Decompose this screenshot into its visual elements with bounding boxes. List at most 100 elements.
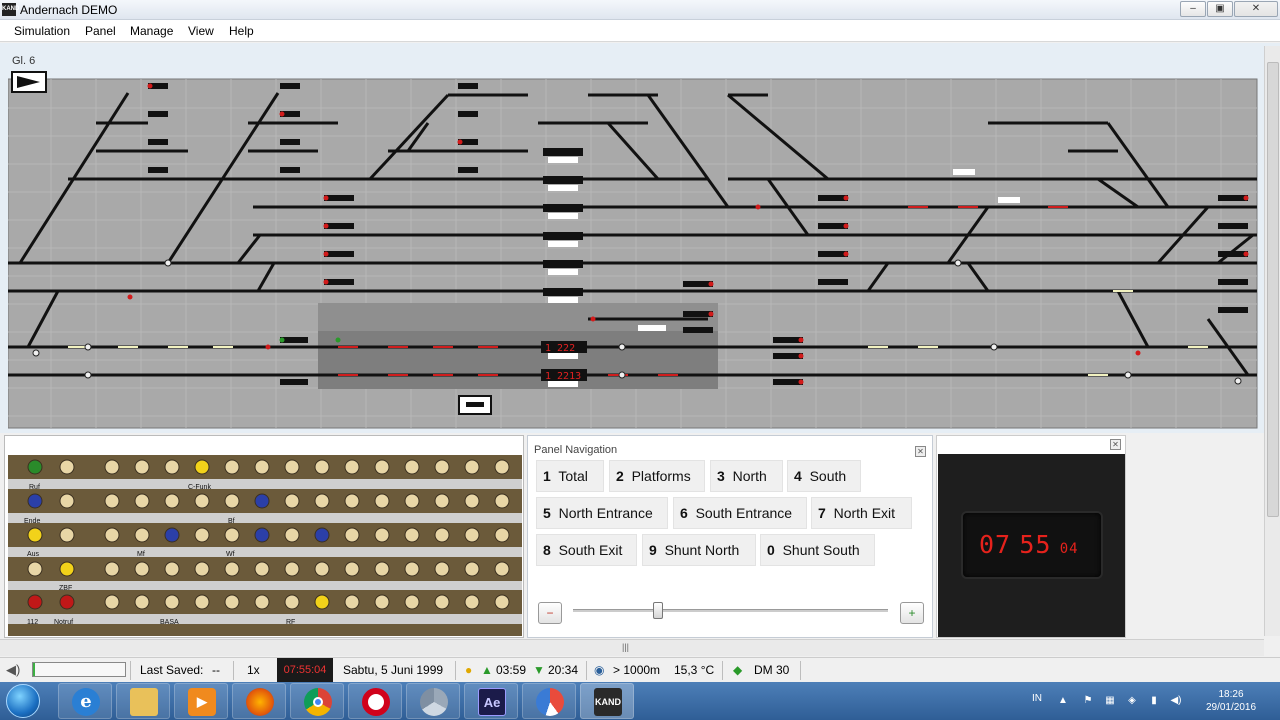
nav-button-shunt-south[interactable]: 0 Shunt South	[760, 534, 875, 566]
nav-button-south[interactable]: 4 South	[787, 460, 861, 492]
panel-lamp-button[interactable]	[104, 459, 120, 475]
panel-lamp-button[interactable]	[314, 527, 330, 543]
panel-lamp-button[interactable]	[284, 459, 300, 475]
tray-arrow-icon[interactable]: ▲	[1057, 695, 1069, 707]
panel-lamp-button[interactable]	[134, 594, 150, 610]
panel-lamp-button[interactable]	[104, 561, 120, 577]
panel-lamp-button[interactable]	[254, 459, 270, 475]
panel-lamp-button[interactable]	[134, 561, 150, 577]
panel-lamp-button[interactable]	[224, 459, 240, 475]
panel-lamp-button[interactable]	[374, 527, 390, 543]
panel-lamp-button[interactable]	[27, 493, 43, 509]
panel-lamp-button[interactable]	[134, 459, 150, 475]
panel-lamp-button[interactable]	[404, 493, 420, 509]
panel-lamp-button[interactable]	[194, 594, 210, 610]
taskbar-chrome-alt[interactable]	[406, 683, 460, 719]
panel-lamp-button[interactable]	[194, 561, 210, 577]
panel-lamp-button[interactable]	[104, 493, 120, 509]
panel-lamp-button[interactable]	[344, 493, 360, 509]
nav-button-north-entrance[interactable]: 5 North Entrance	[536, 497, 668, 529]
nav-button-shunt-north[interactable]: 9 Shunt North	[642, 534, 756, 566]
nav-button-north[interactable]: 3 North	[710, 460, 783, 492]
panel-lamp-button[interactable]	[59, 527, 75, 543]
tray-shield-icon[interactable]: ◈	[1126, 695, 1138, 707]
panel-lamp-button[interactable]	[104, 594, 120, 610]
panel-lamp-button[interactable]	[104, 527, 120, 543]
panel-lamp-button[interactable]	[434, 459, 450, 475]
panel-lamp-button[interactable]	[164, 594, 180, 610]
panel-lamp-button[interactable]	[164, 459, 180, 475]
panel-lamp-button[interactable]	[344, 459, 360, 475]
panel-lamp-button[interactable]	[494, 527, 510, 543]
taskbar-file-explorer[interactable]	[116, 683, 170, 719]
panel-lamp-button[interactable]	[164, 561, 180, 577]
track-diagram[interactable]: 1 222 1 2213	[8, 71, 1258, 431]
panel-lamp-button[interactable]	[59, 493, 75, 509]
panel-navigation-close-icon[interactable]: ✕	[915, 446, 926, 457]
panel-lamp-button[interactable]	[434, 527, 450, 543]
taskbar-internet-explorer[interactable]: e	[58, 683, 112, 719]
panel-lamp-button[interactable]	[224, 493, 240, 509]
panel-lamp-button[interactable]	[254, 561, 270, 577]
close-button[interactable]: ✕	[1234, 1, 1278, 17]
taskbar-opera[interactable]	[348, 683, 402, 719]
panel-lamp-button[interactable]	[59, 594, 75, 610]
zoom-out-icon[interactable]: −	[538, 602, 562, 624]
zoom-slider-thumb[interactable]	[653, 602, 664, 619]
panel-lamp-button[interactable]	[284, 594, 300, 610]
panel-lamp-button[interactable]	[344, 527, 360, 543]
panel-lamp-button[interactable]	[314, 594, 330, 610]
taskbar-media-player[interactable]: ▶	[174, 683, 228, 719]
panel-lamp-button[interactable]	[374, 493, 390, 509]
vertical-scrollbar-thumb[interactable]	[1267, 62, 1279, 517]
scrollbar-grip-icon[interactable]: |||	[622, 642, 629, 652]
panel-lamp-button[interactable]	[494, 561, 510, 577]
panel-lamp-button[interactable]	[254, 594, 270, 610]
taskbar-firefox[interactable]	[232, 683, 286, 719]
panel-lamp-button[interactable]	[464, 527, 480, 543]
panel-lamp-button[interactable]	[284, 561, 300, 577]
panel-lamp-button[interactable]	[434, 594, 450, 610]
panel-lamp-button[interactable]	[404, 594, 420, 610]
panel-lamp-button[interactable]	[494, 594, 510, 610]
nav-button-north-exit[interactable]: 7 North Exit	[811, 497, 912, 529]
panel-lamp-button[interactable]	[194, 493, 210, 509]
menu-manage[interactable]: Manage	[130, 24, 173, 38]
language-indicator[interactable]: IN	[1032, 693, 1042, 704]
zoom-in-icon[interactable]: +	[900, 602, 924, 624]
panel-lamp-button[interactable]	[464, 594, 480, 610]
panel-lamp-button[interactable]	[404, 459, 420, 475]
panel-lamp-button[interactable]	[494, 493, 510, 509]
panel-lamp-button[interactable]	[344, 594, 360, 610]
button-grid[interactable]	[5, 436, 525, 639]
taskbar-kand[interactable]: KAND	[580, 683, 634, 719]
panel-lamp-button[interactable]	[494, 459, 510, 475]
clock-close-icon[interactable]: ✕	[1110, 439, 1121, 450]
panel-lamp-button[interactable]	[194, 527, 210, 543]
start-button[interactable]	[6, 684, 40, 718]
panel-lamp-button[interactable]	[314, 459, 330, 475]
direction-arrow-icon[interactable]	[11, 71, 47, 93]
tray-network-icon[interactable]: ▮	[1148, 695, 1160, 707]
panel-lamp-button[interactable]	[254, 527, 270, 543]
panel-lamp-button[interactable]	[59, 459, 75, 475]
panel-lamp-button[interactable]	[284, 493, 300, 509]
panel-lamp-button[interactable]	[464, 561, 480, 577]
panel-lamp-button[interactable]	[27, 561, 43, 577]
nav-button-south-entrance[interactable]: 6 South Entrance	[673, 497, 807, 529]
speaker-icon[interactable]: ◀)	[6, 662, 20, 678]
panel-lamp-button[interactable]	[27, 594, 43, 610]
menu-view[interactable]: View	[188, 24, 214, 38]
panel-lamp-button[interactable]	[224, 594, 240, 610]
minimize-button[interactable]: –	[1180, 1, 1206, 17]
taskbar-chrome[interactable]	[290, 683, 344, 719]
panel-lamp-button[interactable]	[464, 459, 480, 475]
zoom-slider-track[interactable]	[573, 609, 888, 612]
menu-help[interactable]: Help	[229, 24, 254, 38]
panel-lamp-button[interactable]	[344, 561, 360, 577]
panel-lamp-button[interactable]	[164, 527, 180, 543]
panel-lamp-button[interactable]	[224, 527, 240, 543]
menu-panel[interactable]: Panel	[85, 24, 116, 38]
panel-lamp-button[interactable]	[164, 493, 180, 509]
tray-flag-icon[interactable]: ⚑	[1082, 695, 1094, 707]
